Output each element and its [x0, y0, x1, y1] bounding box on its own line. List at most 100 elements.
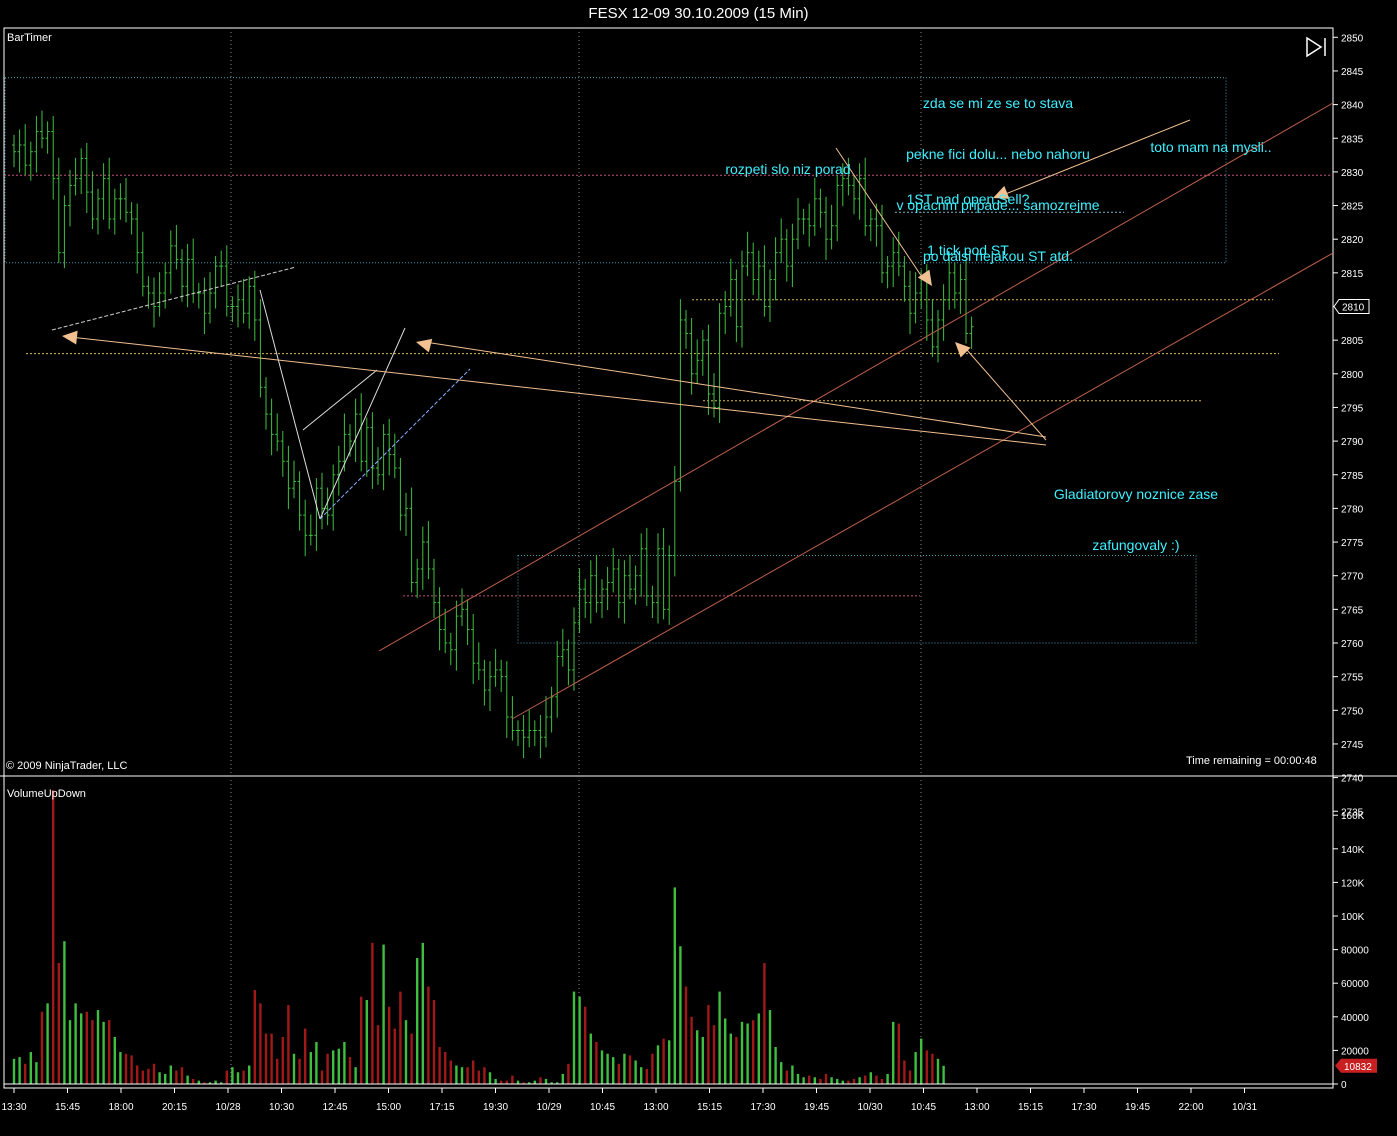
volume-bar — [326, 1053, 329, 1084]
price-bar — [208, 272, 212, 324]
time-tick-label: 19:30 — [483, 1102, 508, 1113]
volume-bar — [892, 1021, 895, 1084]
price-bar — [420, 526, 425, 590]
volume-bar — [903, 1060, 906, 1084]
price-tick-label: 2745 — [1341, 740, 1364, 751]
volume-bar — [774, 1047, 777, 1084]
price-bar — [34, 116, 39, 173]
volume-bar — [780, 1062, 783, 1084]
price-bar — [656, 533, 660, 624]
price-bar — [202, 277, 207, 335]
volume-bar — [718, 991, 721, 1084]
annotation-line: 1ST nad open Sell? — [906, 191, 1030, 207]
volume-bar — [696, 1030, 699, 1084]
price-bar — [292, 460, 296, 499]
volume-bar — [740, 1021, 744, 1084]
price-bar — [224, 245, 229, 317]
volume-bar — [236, 1072, 240, 1084]
volume-bar — [561, 1073, 564, 1084]
trend-line-minor — [51, 266, 297, 331]
volume-bar — [864, 1075, 867, 1084]
price-bar — [196, 282, 201, 309]
volume-bar — [746, 1023, 749, 1084]
price-bar — [62, 195, 67, 269]
volume-bar — [164, 1073, 167, 1084]
price-bar — [779, 218, 784, 263]
next-bar-icon[interactable] — [1305, 36, 1329, 58]
price-bar — [112, 188, 117, 235]
drawing-objects — [51, 102, 1334, 720]
price-bar — [460, 588, 464, 627]
volume-bar — [645, 1068, 648, 1084]
volume-bar — [63, 941, 66, 1084]
volume-bar — [483, 1067, 486, 1084]
price-bar — [476, 642, 481, 681]
price-bar — [336, 445, 341, 496]
price-bar — [633, 565, 638, 605]
price-tick-label: 2760 — [1341, 639, 1364, 650]
annotation-note-3: rozpeti slo niz porad — [706, 127, 870, 195]
volume-bar — [494, 1078, 497, 1084]
price-bar — [628, 554, 632, 600]
price-bar — [600, 579, 604, 619]
volume-bar — [24, 1063, 27, 1084]
time-tick-label: 17:30 — [750, 1102, 775, 1113]
price-bar — [644, 527, 649, 606]
price-bar — [756, 250, 761, 301]
volume-bar — [712, 1025, 716, 1084]
volume-bar — [572, 991, 576, 1084]
volume-bar — [35, 1062, 38, 1084]
price-bar — [824, 196, 828, 261]
price-bar — [432, 558, 436, 619]
volume-bar — [578, 996, 581, 1084]
volume-bar — [85, 1011, 88, 1084]
annotation-note-2: toto mam na mysli.. — [1136, 105, 1286, 173]
volume-bar — [628, 1055, 632, 1084]
price-bar — [415, 558, 420, 598]
volume-bar — [897, 1023, 900, 1084]
price-bar — [392, 433, 397, 479]
volume-bar — [68, 1020, 72, 1084]
volume-bar — [544, 1078, 548, 1084]
volume-tick-label: 100K — [1341, 912, 1365, 923]
volume-bar — [505, 1080, 508, 1084]
price-bar — [605, 566, 610, 611]
volume-bar — [348, 1057, 352, 1084]
time-tick-label: 19:45 — [1125, 1102, 1150, 1113]
volume-bar — [673, 887, 676, 1084]
volume-bar — [623, 1053, 626, 1084]
volume-bar — [791, 1065, 794, 1084]
volume-bar — [18, 1057, 21, 1084]
price-bar — [790, 223, 795, 287]
volume-bar — [852, 1078, 856, 1084]
volume-bar — [729, 1033, 732, 1084]
price-bar — [90, 171, 95, 230]
price-bar — [219, 250, 224, 287]
price-bar — [588, 560, 593, 624]
time-tick-label: 12:45 — [322, 1102, 347, 1113]
volume-tick-label: 120K — [1341, 878, 1365, 889]
price-bar — [583, 579, 588, 619]
price-bar — [527, 709, 532, 748]
volume-bar — [752, 1020, 755, 1084]
volume-bar — [197, 1080, 200, 1084]
price-bar — [364, 417, 369, 477]
price-bar — [504, 661, 509, 738]
price-bar — [107, 157, 112, 230]
price-bar — [684, 309, 688, 349]
volume-bar — [427, 986, 430, 1084]
volume-bar — [472, 1060, 475, 1084]
volume-tick-label: 20000 — [1341, 1046, 1369, 1057]
volume-bar — [248, 1065, 251, 1084]
price-bar — [258, 299, 263, 398]
volume-bar — [360, 996, 363, 1084]
time-axis: 13:30 15:45 18:00 20:15 10/28 10:30 12:45 15:00… — [1, 1088, 1257, 1113]
volume-bar — [388, 1006, 391, 1084]
annotation-line: zafungovaly :) — [1092, 537, 1180, 553]
volume-bar — [119, 1052, 122, 1084]
price-tick-label: 2740 — [1341, 774, 1364, 785]
price-tick-label: 2845 — [1341, 67, 1364, 78]
price-bar — [443, 608, 448, 654]
volume-bar — [270, 1033, 273, 1084]
annotation-line: Gladiatorovy noznice zase — [1053, 486, 1219, 502]
